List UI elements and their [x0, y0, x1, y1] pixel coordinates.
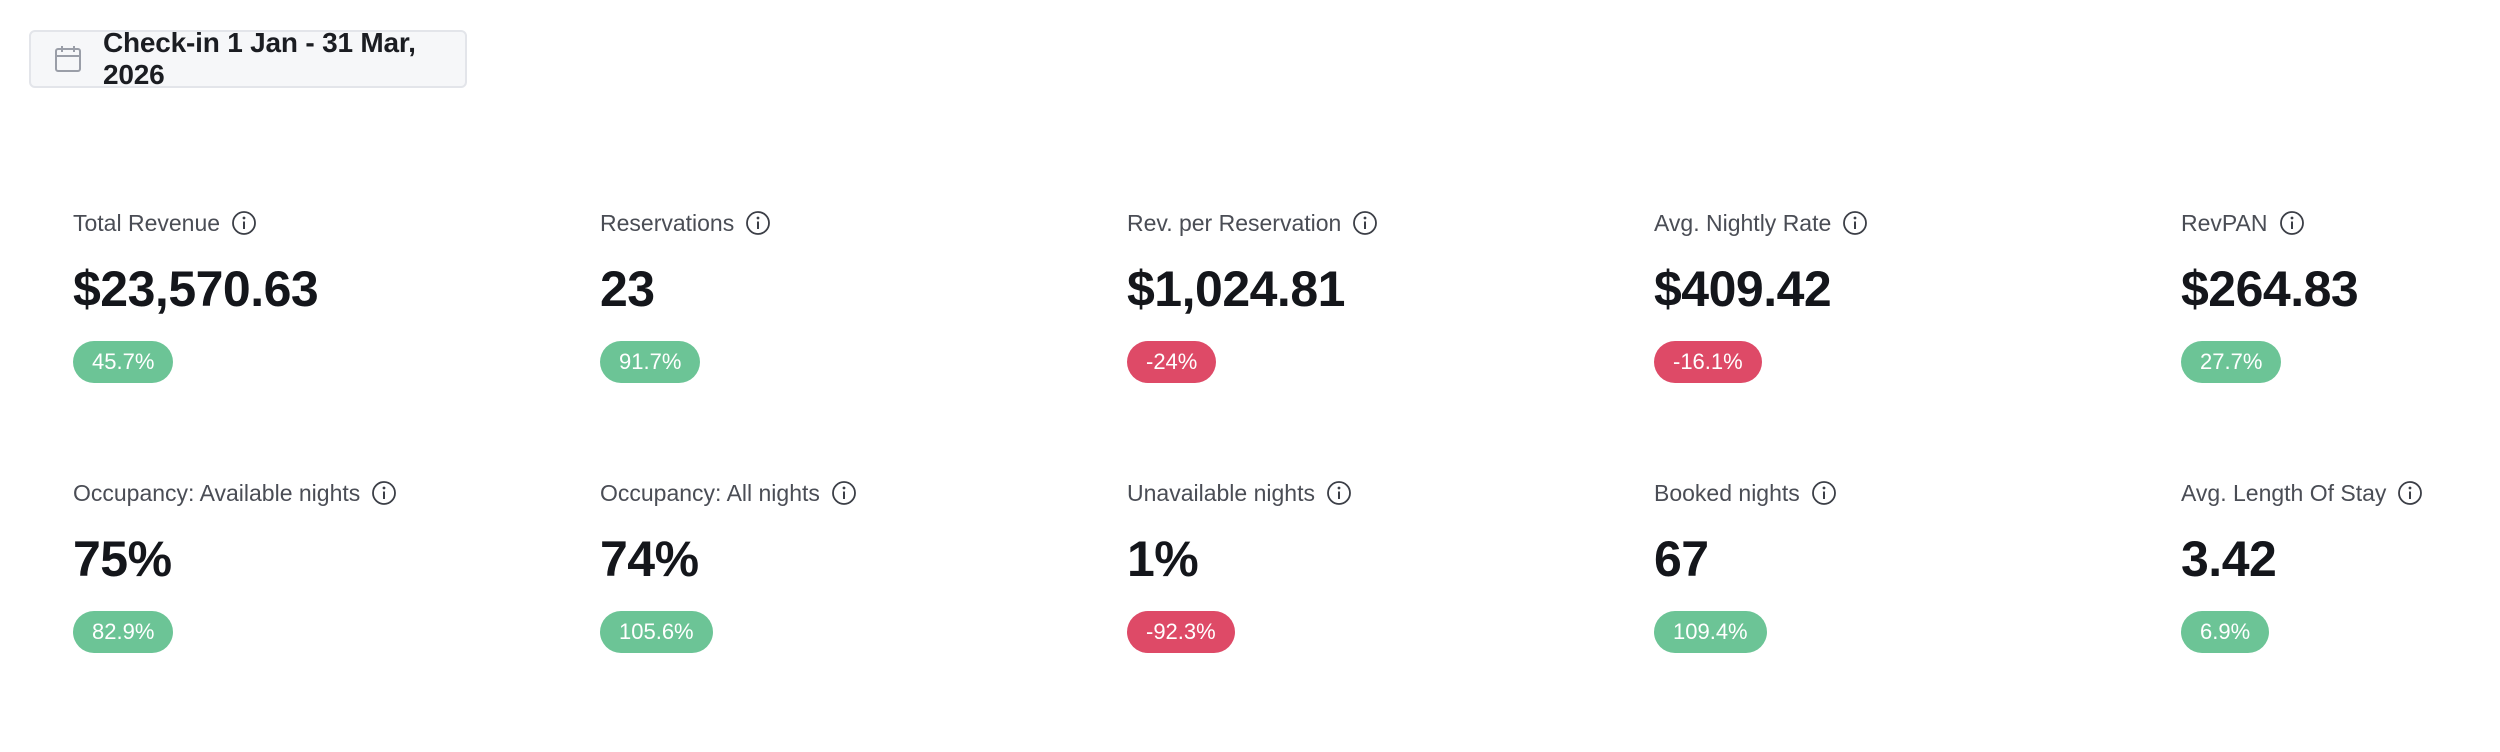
change-badge: 105.6%: [600, 611, 713, 653]
metric-header: Occupancy: Available nights: [73, 475, 600, 511]
info-icon[interactable]: [2279, 210, 2305, 236]
metric-title: Reservations: [600, 209, 735, 236]
metric-card-booked-nights: Booked nights 67 109.4%: [1654, 475, 2181, 745]
metric-title: Avg. Length Of Stay: [2181, 479, 2387, 506]
metric-value: $1,024.81: [1127, 261, 1345, 317]
metric-value: $23,570.63: [73, 261, 319, 317]
metric-value: 23: [600, 261, 655, 317]
metric-card-revpan: RevPAN $264.83 27.7%: [2181, 205, 2500, 475]
metric-title: RevPAN: [2181, 209, 2268, 236]
metric-title: Occupancy: All nights: [600, 479, 820, 506]
change-badge: 109.4%: [1654, 611, 1767, 653]
date-range-button[interactable]: Check-in 1 Jan - 31 Mar, 2026: [29, 27, 467, 90]
metric-header: Unavailable nights: [1127, 475, 1654, 511]
metric-title: Rev. per Reservation: [1127, 209, 1342, 236]
metric-title: Occupancy: Available nights: [73, 479, 361, 506]
metric-value: $409.42: [1654, 261, 1832, 317]
change-badge: 82.9%: [73, 611, 174, 653]
info-icon[interactable]: [371, 480, 397, 506]
metric-title: Booked nights: [1654, 479, 1800, 506]
metric-header: Occupancy: All nights: [600, 475, 1127, 511]
metric-value: 74%: [600, 531, 699, 587]
metric-header: Avg. Length Of Stay: [2181, 475, 2500, 511]
metric-card-unavailable-nights: Unavailable nights 1% -92.3%: [1127, 475, 1654, 745]
metric-header: Reservations: [600, 205, 1127, 241]
metric-header: Rev. per Reservation: [1127, 205, 1654, 241]
calendar-icon: [53, 44, 83, 74]
metric-card-total-revenue: Total Revenue $23,570.63 45.7%: [73, 205, 600, 475]
metric-header: RevPAN: [2181, 205, 2500, 241]
metric-title: Unavailable nights: [1127, 479, 1315, 506]
metric-card-occupancy-available-nights: Occupancy: Available nights 75% 82.9%: [73, 475, 600, 745]
metric-card-avg-nightly-rate: Avg. Nightly Rate $409.42 -16.1%: [1654, 205, 2181, 475]
metric-card-reservations: Reservations 23 91.7%: [600, 205, 1127, 475]
metric-value: 3.42: [2181, 531, 2277, 587]
metric-value: 67: [1654, 531, 1709, 587]
change-badge: -16.1%: [1654, 341, 1762, 383]
metric-value: $264.83: [2181, 261, 2359, 317]
info-icon[interactable]: [1326, 480, 1352, 506]
metric-header: Avg. Nightly Rate: [1654, 205, 2181, 241]
metric-header: Booked nights: [1654, 475, 2181, 511]
metric-value: 75%: [73, 531, 172, 587]
change-badge: -92.3%: [1127, 611, 1235, 653]
date-range-label: Check-in 1 Jan - 31 Mar, 2026: [103, 27, 416, 90]
change-badge: 27.7%: [2181, 341, 2282, 383]
change-badge: -24%: [1127, 341, 1217, 383]
metric-card-avg-length-of-stay: Avg. Length Of Stay 3.42 6.9%: [2181, 475, 2500, 745]
info-icon[interactable]: [2397, 480, 2423, 506]
info-icon[interactable]: [1811, 480, 1837, 506]
metric-card-occupancy-all-nights: Occupancy: All nights 74% 105.6%: [600, 475, 1127, 745]
metric-header: Total Revenue: [73, 205, 600, 241]
metrics-grid: Total Revenue $23,570.63 45.7% Reservations…: [73, 205, 2500, 745]
metric-value: 1%: [1127, 531, 1199, 587]
info-icon[interactable]: [1352, 210, 1378, 236]
info-icon[interactable]: [231, 210, 257, 236]
info-icon[interactable]: [831, 480, 857, 506]
change-badge: 45.7%: [73, 341, 174, 383]
metric-title: Total Revenue: [73, 209, 221, 236]
change-badge: 91.7%: [600, 341, 701, 383]
metric-card-rev-per-reservation: Rev. per Reservation $1,024.81 -24%: [1127, 205, 1654, 475]
info-icon[interactable]: [1842, 210, 1868, 236]
info-icon[interactable]: [745, 210, 771, 236]
change-badge: 6.9%: [2181, 611, 2270, 653]
metric-title: Avg. Nightly Rate: [1654, 209, 1832, 236]
